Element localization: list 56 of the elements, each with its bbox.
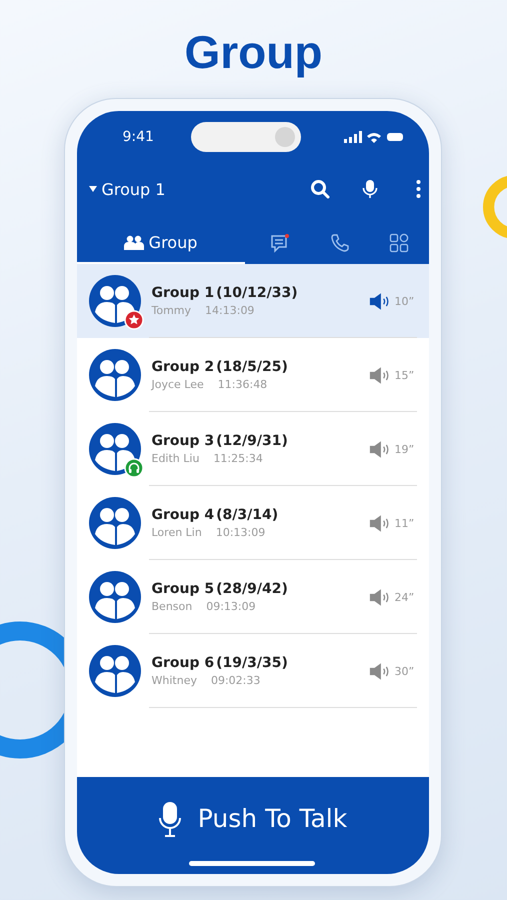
speaker-name: Edith Liu	[152, 452, 200, 465]
voice-duration: 24”	[394, 590, 416, 604]
speaker-name: Joyce Lee	[152, 378, 204, 391]
message-time: 09:02:33	[210, 674, 260, 687]
group-name: Group 1(10/12/33)	[152, 285, 299, 301]
group-name: Group 5(28/9/42)	[152, 581, 289, 597]
signal-icon	[344, 131, 362, 143]
group-name: Group 3(12/9/31)	[152, 433, 289, 449]
group-row[interactable]: Group 6(19/3/35) Whitney 09:02:33 30”	[76, 634, 428, 708]
caret-icon	[88, 186, 96, 192]
speaker-icon[interactable]	[368, 588, 390, 606]
microphone-icon	[158, 800, 182, 836]
speaker-name: Whitney	[152, 674, 197, 687]
message-time: 11:25:34	[213, 452, 263, 465]
search-icon[interactable]	[310, 179, 330, 199]
microphone-icon[interactable]	[360, 179, 380, 199]
group-name: Group 6(19/3/35)	[152, 655, 289, 671]
voice-duration: 10”	[394, 294, 416, 308]
message-time: 14:13:09	[205, 304, 254, 317]
group-avatar-icon	[88, 423, 140, 475]
menu-icon[interactable]	[416, 180, 420, 198]
speaker-name: Tommy	[152, 304, 192, 317]
speaker-icon[interactable]	[368, 514, 390, 532]
speaker-icon[interactable]	[368, 292, 390, 310]
speaker-icon[interactable]	[368, 440, 390, 458]
group-row[interactable]: Group 5(28/9/42) Benson 09:13:09 24”	[76, 560, 428, 634]
voice-duration: 15”	[394, 368, 416, 382]
group-avatar-icon	[88, 349, 140, 401]
speaker-icon[interactable]	[368, 662, 390, 680]
speaker-icon[interactable]	[368, 366, 390, 384]
battery-icon	[386, 133, 402, 141]
group-avatar-icon	[88, 645, 140, 697]
speaker-name: Benson	[152, 600, 192, 613]
message-time: 09:13:09	[206, 600, 256, 613]
group-row[interactable]: Group 4(8/3/14) Loren Lin 10:13:09 11”	[76, 486, 428, 560]
voice-duration: 11”	[394, 516, 416, 530]
phone-icon	[330, 232, 350, 252]
wifi-icon	[366, 132, 380, 142]
message-time: 10:13:09	[216, 526, 266, 539]
voice-duration: 30”	[394, 664, 416, 678]
status-time: 9:41	[122, 129, 155, 145]
group-selector[interactable]: Group 1	[88, 180, 166, 198]
speaker-name: Loren Lin	[152, 526, 202, 539]
chat-icon	[270, 232, 290, 252]
group-avatar-icon	[88, 571, 140, 623]
grid-icon	[388, 232, 409, 252]
group-row[interactable]: Group 2(18/5/25) Joyce Lee 11:36:48 15”	[76, 338, 428, 412]
group-row[interactable]: Group 3(12/9/31) Edith Liu 11:25:34 19”	[76, 412, 428, 486]
push-to-talk-button[interactable]: Push To Talk	[76, 777, 428, 874]
group-row[interactable]: Group 1(10/12/33) Tommy 14:13:09 10”	[76, 264, 428, 338]
voice-duration: 19”	[394, 442, 416, 456]
page-title: Group	[184, 25, 322, 80]
group-name: Group 2(18/5/25)	[152, 359, 289, 375]
group-avatar-icon	[88, 497, 140, 549]
group-name: Group 4(8/3/14)	[152, 507, 280, 523]
message-time: 11:36:48	[218, 378, 268, 391]
